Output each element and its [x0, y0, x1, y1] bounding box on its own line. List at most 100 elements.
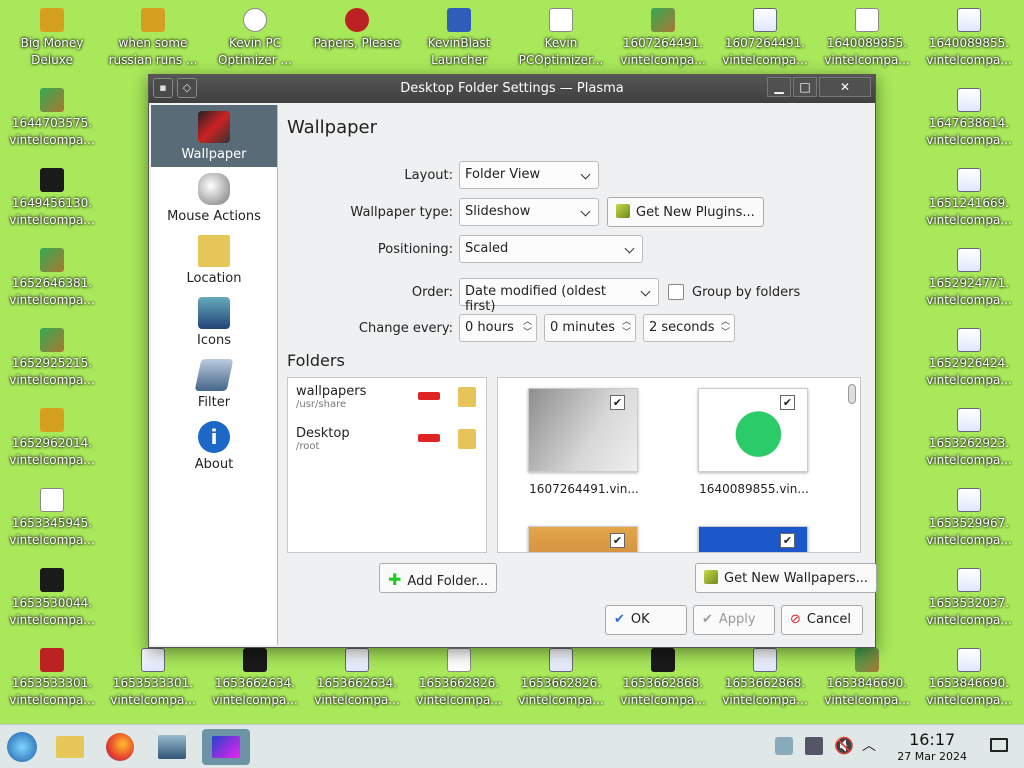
remove-folder-icon[interactable]	[418, 434, 440, 442]
desktop-icon[interactable]: 1652962014. vintelcompa...	[2, 408, 102, 469]
wallpaper-thumbnail[interactable]: ✔ 1640089855.vin...	[698, 388, 810, 496]
open-folder-icon[interactable]	[458, 429, 476, 449]
icons-icon	[198, 297, 230, 329]
selected-checkbox[interactable]: ✔	[780, 395, 795, 410]
desktop-icon[interactable]: 1640089855. vintelcompa...	[817, 8, 917, 69]
file-manager-button[interactable]	[52, 729, 88, 765]
desktop-icon[interactable]: Big Money Deluxe	[2, 8, 102, 69]
desktop-icon[interactable]: 1653533301. vintelcompa...	[2, 648, 102, 709]
list-item[interactable]: wallpapers /usr/share	[288, 378, 486, 420]
desktop-icon[interactable]: Papers, Please	[307, 8, 407, 52]
wallpaper-thumbnail[interactable]: ✔	[698, 526, 810, 552]
layout-select[interactable]: Folder View	[459, 161, 599, 189]
clock[interactable]: 16:17 27 Mar 2024	[897, 730, 967, 763]
desktop-icon[interactable]: 1653662634. vintelcompa...	[307, 648, 407, 709]
start-menu-button[interactable]	[4, 729, 40, 765]
desktop-icon[interactable]: KevinBlast Launcher	[409, 8, 509, 69]
selected-checkbox[interactable]: ✔	[780, 533, 795, 548]
sidebar-item-icons[interactable]: Icons	[151, 291, 277, 353]
remove-folder-icon[interactable]	[418, 392, 440, 400]
sidebar-item-filter[interactable]: Filter	[151, 353, 277, 415]
url-icon	[549, 648, 573, 672]
open-folder-icon[interactable]	[458, 387, 476, 407]
spin-arrows-icon[interactable]: ︿ ﹀	[721, 317, 730, 339]
image-icon	[40, 408, 64, 432]
folders-heading: Folders	[287, 351, 345, 370]
desktop-icon[interactable]: 1653662826. vintelcompa...	[409, 648, 509, 709]
desktop-icon[interactable]: 1653529967. vintelcompa...	[919, 488, 1019, 549]
sidebar-item-about[interactable]: i About	[151, 415, 277, 477]
desktop-icon[interactable]: 1607264491. vintelcompa...	[613, 8, 713, 69]
desktop-icon[interactable]: 1653846690. vintelcompa...	[817, 648, 917, 709]
url-icon	[957, 408, 981, 432]
selected-checkbox[interactable]: ✔	[610, 395, 625, 410]
url-icon	[957, 8, 981, 32]
desktop-icon[interactable]: 1653532037. vintelcompa...	[919, 568, 1019, 629]
desktop-icon[interactable]: 1652646381. vintelcompa...	[2, 248, 102, 309]
cancel-button[interactable]: ⊘ Cancel	[781, 605, 863, 635]
desktop-icon[interactable]: Kevin PCOptimizer...	[511, 8, 611, 69]
volume-muted-icon[interactable]: 🔇	[834, 737, 854, 755]
desktop-icon[interactable]: 1653345945. vintelcompa...	[2, 488, 102, 549]
firefox-button[interactable]	[102, 729, 138, 765]
settings-content: Wallpaper Layout: Folder View Wallpaper …	[287, 105, 877, 645]
selected-checkbox[interactable]: ✔	[610, 533, 625, 548]
desktop-icon[interactable]: 1647638614. vintelcompa...	[919, 88, 1019, 149]
desktop-icon[interactable]: 1653533301. vintelcompa...	[103, 648, 203, 709]
desktop-icon[interactable]: 1607264491. vintelcompa...	[715, 8, 815, 69]
desktop-icon[interactable]: Kevin PC Optimizer ...	[205, 8, 305, 69]
desktop-icon[interactable]: 1640089855. vintelcompa...	[919, 8, 1019, 69]
group-by-folders-checkbox[interactable]	[668, 284, 684, 300]
spin-arrows-icon[interactable]: ︿ ﹀	[523, 317, 532, 339]
desktop-icon[interactable]: 1653662826. vintelcompa...	[511, 648, 611, 709]
hours-spinbox[interactable]: 0 hours ︿ ﹀	[459, 314, 537, 342]
sidebar-item-location[interactable]: Location	[151, 229, 277, 291]
order-select[interactable]: Date modified (oldest first)	[459, 278, 659, 314]
desktop-icon[interactable]: 1649456130. vintelcompa...	[2, 168, 102, 229]
maximize-button[interactable]: □	[793, 77, 817, 97]
scrollbar[interactable]	[848, 384, 856, 404]
sidebar-item-wallpaper[interactable]: Wallpaper	[151, 105, 277, 167]
desktop-icon[interactable]: 1652925215. vintelcompa...	[2, 328, 102, 389]
desktop-icon[interactable]: 1644703575. vintelcompa...	[2, 88, 102, 149]
show-desktop-icon[interactable]	[990, 738, 1008, 752]
desktop-icon[interactable]: 1652924771. vintelcompa...	[919, 248, 1019, 309]
desktop-icon[interactable]: 1653662868. vintelcompa...	[613, 648, 713, 709]
wallpaper-type-select[interactable]: Slideshow	[459, 198, 599, 226]
add-icon: ✚	[388, 570, 402, 589]
title-bar[interactable]: ▪ ◇ Desktop Folder Settings — Plasma ▁ □…	[149, 75, 875, 103]
apply-button[interactable]: ✔ Apply	[693, 605, 775, 635]
clipboard-icon[interactable]	[775, 737, 793, 755]
desktop-icon[interactable]: 1653662868. vintelcompa...	[715, 648, 815, 709]
desktop-icon[interactable]: 1653662634. vintelcompa...	[205, 648, 305, 709]
close-button[interactable]: ✕	[819, 77, 871, 97]
minutes-spinbox[interactable]: 0 minutes ︿ ﹀	[544, 314, 636, 342]
desktop-icon[interactable]: 1653846690. vintelcompa...	[919, 648, 1019, 709]
clock-time: 16:17	[909, 730, 956, 749]
task-desktop-folder-settings[interactable]	[202, 729, 250, 765]
order-label: Order:	[411, 285, 453, 300]
ok-button[interactable]: ✔ OK	[605, 605, 687, 635]
desktop-icon[interactable]: 1651241669. vintelcompa...	[919, 168, 1019, 229]
desktop-icon[interactable]: 1653530044. vintelcompa...	[2, 568, 102, 629]
device-notifier-icon[interactable]	[805, 737, 823, 755]
minimize-button[interactable]: ▁	[767, 77, 791, 97]
add-folder-button[interactable]: ✚ Add Folder...	[379, 563, 498, 593]
url-icon	[957, 168, 981, 192]
image-icon	[40, 248, 64, 272]
seconds-spinbox[interactable]: 2 seconds ︿ ﹀	[643, 314, 735, 342]
desktop-icon[interactable]: 1652926424. vintelcompa...	[919, 328, 1019, 389]
spin-arrows-icon[interactable]: ︿ ﹀	[622, 317, 631, 339]
system-settings-button[interactable]	[154, 729, 190, 765]
sidebar-item-mouse-actions[interactable]: Mouse Actions	[151, 167, 277, 229]
desktop-icon[interactable]: when some russian runs ...	[103, 8, 203, 69]
chevron-up-icon[interactable]: ︿	[862, 737, 880, 755]
image-icon	[447, 648, 471, 672]
get-new-wallpapers-button[interactable]: Get New Wallpapers...	[695, 563, 877, 593]
get-new-plugins-button[interactable]: Get New Plugins...	[607, 197, 764, 227]
list-item[interactable]: Desktop /root	[288, 420, 486, 462]
desktop-icon[interactable]: 1653262923. vintelcompa...	[919, 408, 1019, 469]
wallpaper-thumbnail[interactable]: ✔ 1607264491.vin...	[528, 388, 640, 496]
positioning-select[interactable]: Scaled	[459, 235, 643, 263]
wallpaper-thumbnail[interactable]: ✔	[528, 526, 640, 552]
